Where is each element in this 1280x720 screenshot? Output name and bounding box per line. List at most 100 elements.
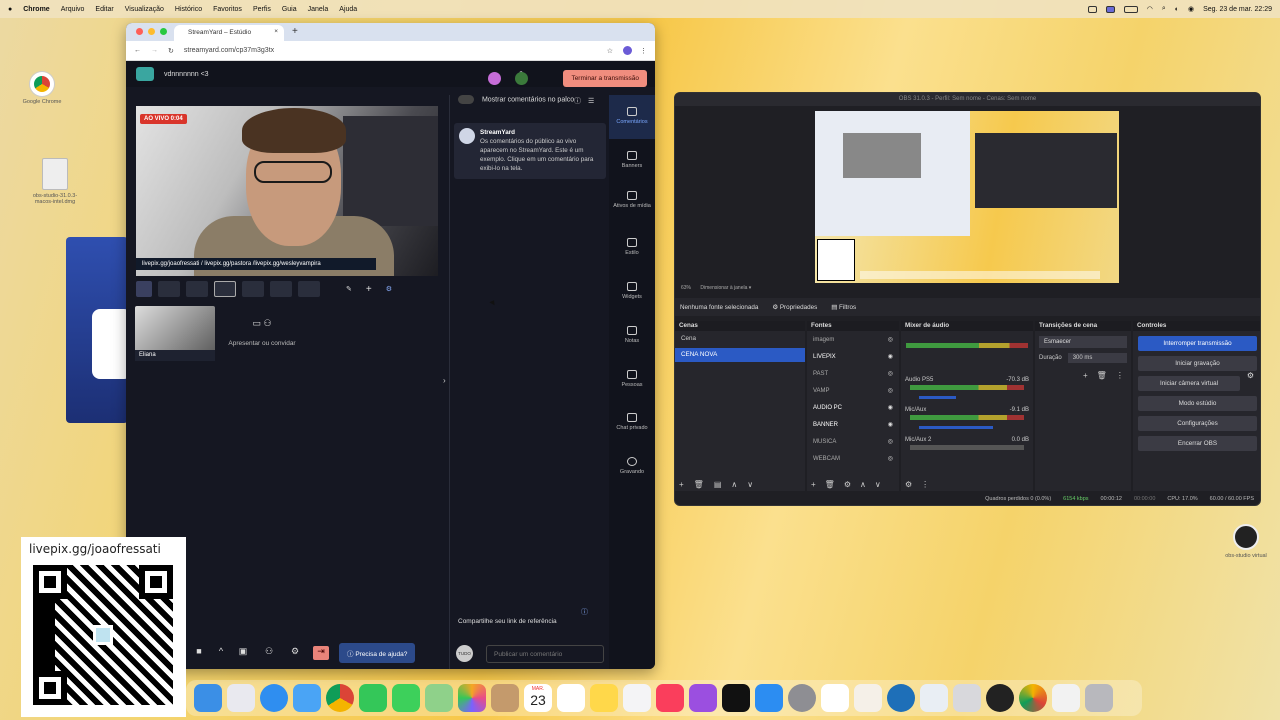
messages-icon[interactable]	[392, 684, 420, 712]
facetime-icon[interactable]	[359, 684, 387, 712]
photos-icon[interactable]	[458, 684, 486, 712]
eye-icon[interactable]: ◉	[888, 404, 893, 411]
add-scene-icon[interactable]: +	[679, 480, 684, 489]
stop-streaming-button[interactable]: Interromper transmissão	[1138, 336, 1257, 351]
safari-icon[interactable]	[260, 684, 288, 712]
nav-banners[interactable]: Banners	[609, 151, 655, 169]
documents-icon[interactable]	[1052, 684, 1080, 712]
volume-slider[interactable]	[919, 426, 994, 429]
comment-input[interactable]: Publicar um comentário	[486, 645, 604, 663]
background-window[interactable]	[66, 237, 132, 423]
comments-help-icon[interactable]: ⓘ	[574, 97, 581, 107]
layout-news[interactable]	[242, 281, 264, 297]
leave-studio-icon[interactable]: ⇥	[313, 646, 329, 660]
add-source-icon[interactable]: +	[811, 480, 816, 489]
comments-filter-icon[interactable]: ☰	[588, 97, 594, 107]
sample-comment-card[interactable]: StreamYard Os comentários do público ao …	[454, 123, 606, 179]
tab-close-icon[interactable]: ×	[274, 28, 278, 35]
contacts-icon[interactable]	[491, 684, 519, 712]
app-store-icon[interactable]	[755, 684, 783, 712]
source-item[interactable]: AUDIO PC ◉	[807, 399, 899, 416]
nav-private-chat[interactable]: Chat privado	[609, 413, 655, 431]
edit-layout-icon[interactable]: ✎	[346, 285, 352, 293]
properties-button[interactable]: ⚙ Propriedades	[772, 304, 817, 311]
zoom-level[interactable]: 63%	[681, 285, 691, 291]
source-item[interactable]: PAST ◎	[807, 365, 899, 382]
screen-record-icon[interactable]	[1087, 5, 1097, 13]
layout-solo[interactable]	[158, 281, 180, 297]
reload-icon[interactable]: ↻	[168, 47, 174, 55]
desktop-chrome[interactable]: Google Chrome	[12, 72, 72, 105]
scene-item-selected[interactable]: CENA NOVA	[675, 348, 805, 362]
quicktime-icon[interactable]	[887, 684, 915, 712]
source-item[interactable]: BANNER ◉	[807, 416, 899, 433]
capcut-icon[interactable]	[821, 684, 849, 712]
camera-icon[interactable]: ■	[191, 646, 207, 660]
preview-icon[interactable]	[920, 684, 948, 712]
layout-group[interactable]	[186, 281, 208, 297]
source-item[interactable]: WEBCAM ◎	[807, 450, 899, 467]
start-recording-button[interactable]: Iniciar gravação	[1138, 356, 1257, 371]
live-preview[interactable]: AO VIVO 0:04 livepix.gg/joaofressati / l…	[136, 106, 438, 276]
eye-icon[interactable]: ◉	[888, 421, 893, 428]
menu-clock[interactable]: Seg. 23 de mar. 22:29	[1203, 6, 1272, 13]
virtual-camera-settings-icon[interactable]: ⚙	[1247, 371, 1254, 380]
broadcast-title[interactable]: vdnnnnnnn <3	[164, 71, 209, 78]
eye-icon[interactable]: ◉	[888, 353, 893, 360]
close-window-icon[interactable]	[136, 28, 143, 35]
browser-tab[interactable]: StreamYard – Estúdio ×	[174, 25, 284, 41]
layout-leader[interactable]	[214, 281, 236, 297]
menu-editar[interactable]: Editar	[95, 6, 113, 13]
new-tab-icon[interactable]: +	[292, 26, 298, 37]
search-icon[interactable]: ⌕	[1162, 5, 1166, 13]
menu-arquivo[interactable]: Arquivo	[61, 6, 85, 13]
present-invite-button[interactable]: ▭ ⚇ Apresentar ou convidar	[222, 318, 302, 347]
layout-pip[interactable]	[298, 281, 320, 297]
destination-avatar-2[interactable]	[515, 72, 528, 85]
duration-input[interactable]: 300 ms	[1067, 353, 1127, 363]
remove-transition-icon[interactable]: 🗑	[1097, 371, 1107, 380]
eye-icon[interactable]: ◎	[888, 387, 893, 394]
eye-icon[interactable]: ◎	[888, 438, 893, 445]
wifi-icon[interactable]: ◠	[1147, 5, 1153, 13]
eye-icon[interactable]: ◎	[888, 336, 893, 343]
notes-icon[interactable]	[590, 684, 618, 712]
audience-selector[interactable]: TUDO	[456, 645, 473, 662]
forward-icon[interactable]: →	[151, 47, 158, 54]
source-item[interactable]: imagem ◎	[807, 331, 899, 348]
battery-icon[interactable]	[1123, 5, 1138, 13]
nav-people[interactable]: Pessoas	[609, 370, 655, 388]
maps-icon[interactable]	[425, 684, 453, 712]
script-editor-icon[interactable]	[953, 684, 981, 712]
scene-up-icon[interactable]: ∧	[731, 480, 737, 489]
volume-slider[interactable]	[919, 396, 957, 399]
transition-menu-icon[interactable]: ⋮	[1116, 371, 1124, 380]
nav-recording[interactable]: Gravando	[609, 457, 655, 475]
scene-item[interactable]: Cena	[675, 331, 805, 348]
url-field[interactable]: streamyard.com/cp37m3g3tx	[184, 47, 274, 54]
menu-perfis[interactable]: Perfis	[253, 6, 271, 13]
filters-button[interactable]: ▤ Filtros	[831, 304, 856, 311]
obs-icon[interactable]	[986, 684, 1014, 712]
bookmark-star-icon[interactable]: ☆	[607, 47, 613, 55]
tv-icon[interactable]	[722, 684, 750, 712]
scene-filter-icon[interactable]: ▤	[714, 480, 722, 489]
destination-avatar-1[interactable]	[488, 72, 501, 85]
layout-screen[interactable]	[270, 281, 292, 297]
start-virtual-camera-button[interactable]: Iniciar câmera virtual	[1138, 376, 1240, 391]
exit-obs-button[interactable]: Encerrar OBS	[1138, 436, 1257, 451]
transition-select[interactable]: Esmaecer	[1039, 336, 1127, 348]
control-toggle-icon[interactable]: ◐	[1175, 6, 1179, 13]
music-icon[interactable]	[656, 684, 684, 712]
menu-ajuda[interactable]: Ajuda	[339, 6, 357, 13]
destination-avatars[interactable]	[488, 72, 543, 86]
desktop-obs-virtual[interactable]: obs-studio virtual	[1216, 524, 1276, 559]
eye-icon[interactable]: ◎	[888, 455, 893, 462]
nav-media[interactable]: Ativos de mídia	[609, 191, 655, 209]
add-transition-icon[interactable]: +	[1083, 371, 1088, 380]
source-up-icon[interactable]: ∧	[860, 480, 866, 489]
remove-scene-icon[interactable]: 🗑	[694, 480, 704, 489]
chrome-icon[interactable]	[326, 684, 354, 712]
menu-guia[interactable]: Guia	[282, 6, 297, 13]
profile-avatar[interactable]	[623, 46, 632, 55]
